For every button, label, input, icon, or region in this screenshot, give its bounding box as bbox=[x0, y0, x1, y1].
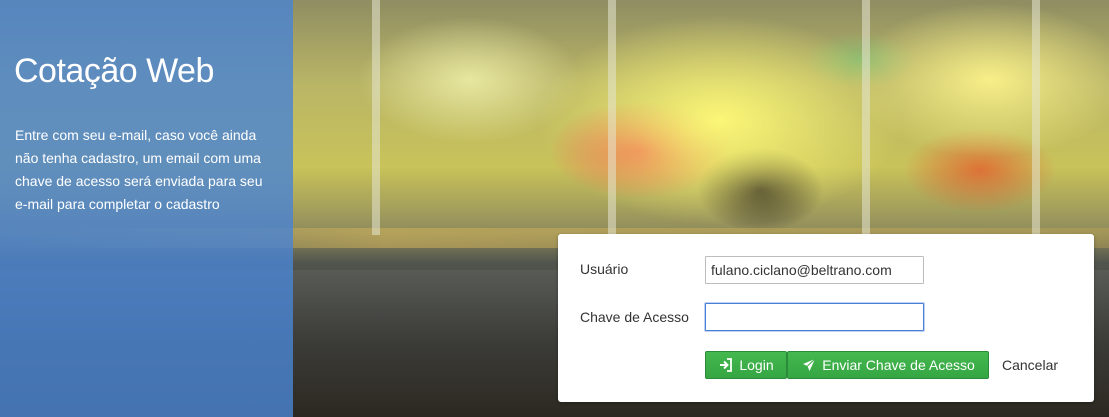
send-access-key-label: Enviar Chave de Acesso bbox=[822, 357, 975, 373]
login-page: Cotação Web Entre com seu e-mail, caso v… bbox=[0, 0, 1109, 417]
cancel-button[interactable]: Cancelar bbox=[995, 351, 1065, 379]
paper-plane-icon bbox=[801, 358, 816, 373]
access-key-input[interactable] bbox=[705, 303, 924, 331]
app-title: Cotação Web bbox=[14, 52, 214, 90]
login-button[interactable]: Login bbox=[705, 351, 787, 379]
user-input[interactable] bbox=[705, 256, 924, 284]
access-key-label: Chave de Acesso bbox=[580, 309, 689, 325]
login-button-label: Login bbox=[739, 357, 774, 373]
send-access-key-button[interactable]: Enviar Chave de Acesso bbox=[787, 351, 989, 379]
user-label: Usuário bbox=[580, 261, 629, 277]
login-card: Usuário Chave de Acesso Login Enviar bbox=[558, 234, 1094, 402]
info-panel: Cotação Web Entre com seu e-mail, caso v… bbox=[0, 0, 293, 417]
sign-in-icon bbox=[718, 358, 733, 373]
app-description: Entre com seu e-mail, caso você ainda nã… bbox=[15, 127, 263, 212]
